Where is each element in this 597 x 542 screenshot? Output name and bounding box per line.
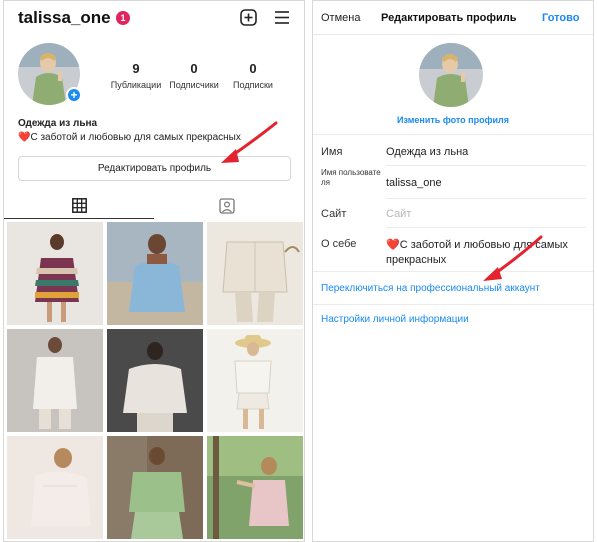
website-field-label: Сайт bbox=[321, 208, 347, 220]
username-field-label: Имя пользовате ля bbox=[321, 168, 381, 187]
tagged-person-icon bbox=[219, 198, 235, 214]
posts-grid bbox=[7, 222, 303, 541]
menu-icon[interactable] bbox=[274, 10, 290, 25]
profile-tabs bbox=[4, 192, 304, 220]
posts-count-label: Публикации bbox=[110, 80, 162, 90]
post-thumbnail[interactable] bbox=[107, 329, 203, 432]
profile-screen: talissa_one 1 + 9 Публикации 0 Подписчик… bbox=[3, 0, 305, 542]
post-thumbnail[interactable] bbox=[207, 222, 303, 325]
divider bbox=[313, 134, 593, 135]
name-field[interactable]: Одежда из льна bbox=[386, 146, 468, 158]
notification-badge[interactable]: 1 bbox=[116, 11, 130, 25]
website-field[interactable]: Сайт bbox=[386, 208, 411, 220]
divider bbox=[313, 304, 593, 305]
page-title: Редактировать профиль bbox=[381, 12, 517, 24]
profile-header: talissa_one 1 bbox=[4, 1, 304, 35]
posts-count: 9 Публикации bbox=[108, 61, 164, 90]
new-post-icon[interactable] bbox=[240, 9, 257, 26]
post-thumbnail[interactable] bbox=[107, 222, 203, 325]
heart-icon: ❤️ bbox=[18, 132, 31, 143]
add-story-icon[interactable]: + bbox=[66, 87, 82, 103]
tab-tagged[interactable] bbox=[154, 192, 304, 220]
done-button[interactable]: Готово bbox=[542, 12, 579, 24]
divider bbox=[313, 271, 593, 272]
followers-count-label: Подписчики bbox=[169, 80, 219, 90]
divider bbox=[386, 227, 586, 228]
bio-field[interactable]: ❤️С заботой и любовью для самых прекрасн… bbox=[386, 238, 586, 268]
grid-icon bbox=[72, 198, 87, 213]
profile-name: Одежда из льна bbox=[18, 118, 98, 129]
edit-profile-header: Отмена Редактировать профиль Готово bbox=[313, 1, 593, 35]
change-photo-link[interactable]: Изменить фото профиля bbox=[313, 115, 593, 125]
post-thumbnail[interactable] bbox=[7, 329, 103, 432]
switch-professional-link[interactable]: Переключиться на профессиональный аккаун… bbox=[321, 283, 540, 294]
edit-avatar[interactable] bbox=[419, 43, 483, 107]
following-count-value: 0 bbox=[249, 61, 257, 76]
bio-field-label: О себе bbox=[321, 238, 357, 250]
name-field-label: Имя bbox=[321, 146, 343, 158]
following-count[interactable]: 0 Подписки bbox=[224, 61, 282, 90]
bio-field-line2: прекрасных bbox=[386, 254, 447, 266]
personal-info-link[interactable]: Настройки личной информации bbox=[321, 314, 469, 325]
profile-bio: ❤️С заботой и любовью для самых прекрасн… bbox=[18, 132, 241, 143]
tab-posts-grid[interactable] bbox=[4, 192, 154, 220]
post-thumbnail[interactable] bbox=[7, 436, 103, 539]
profile-username[interactable]: talissa_one bbox=[18, 8, 111, 28]
post-thumbnail[interactable] bbox=[207, 329, 303, 432]
followers-count[interactable]: 0 Подписчики bbox=[164, 61, 224, 90]
divider bbox=[386, 198, 586, 199]
heart-icon: ❤️ bbox=[386, 239, 400, 251]
profile-bio-text: С заботой и любовью для самых прекрасных bbox=[30, 132, 241, 143]
cancel-button[interactable]: Отмена bbox=[321, 12, 360, 24]
post-thumbnail[interactable] bbox=[107, 436, 203, 539]
edit-profile-screen: Отмена Редактировать профиль Готово Изме… bbox=[312, 0, 594, 542]
edit-profile-button[interactable]: Редактировать профиль bbox=[18, 156, 291, 181]
bio-field-line1: С заботой и любовью для самых bbox=[399, 239, 568, 251]
post-thumbnail[interactable] bbox=[7, 222, 103, 325]
divider bbox=[386, 165, 586, 166]
following-count-label: Подписки bbox=[233, 80, 273, 90]
post-thumbnail[interactable] bbox=[207, 436, 303, 539]
posts-count-value: 9 bbox=[132, 61, 140, 76]
active-tab-indicator bbox=[4, 218, 154, 219]
username-field[interactable]: talissa_one bbox=[386, 177, 442, 189]
followers-count-value: 0 bbox=[190, 61, 198, 76]
